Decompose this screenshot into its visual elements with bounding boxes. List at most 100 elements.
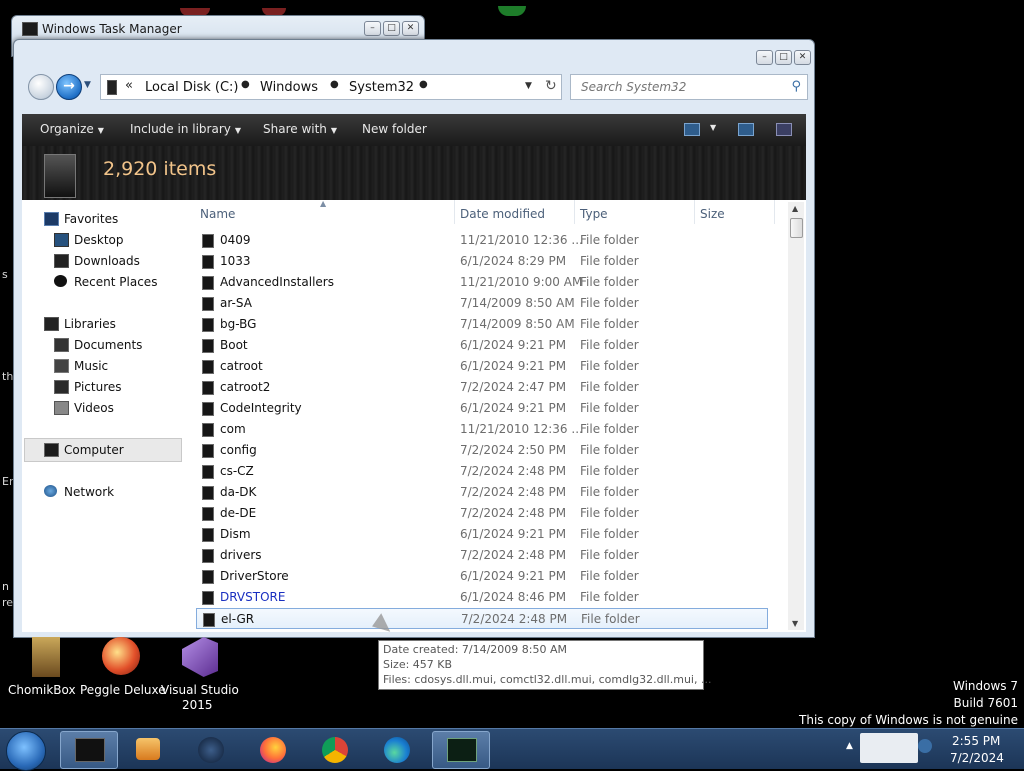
column-divider[interactable] [454,200,455,224]
column-divider[interactable] [694,200,695,224]
forward-button[interactable]: → [56,74,82,100]
minimize-button[interactable]: – [364,21,381,36]
column-divider[interactable] [774,200,775,224]
chomikbox-label[interactable]: ChomikBox [8,683,76,698]
scroll-down-arrow-icon[interactable]: ▼ [792,619,798,628]
taskbar-network-app-button[interactable] [184,731,240,767]
nav-network[interactable]: Network [64,485,114,499]
explorer-window[interactable]: – □ ✕ → ▼ « Local Disk (C:) ● Windows ● … [13,39,815,638]
peggle-desktop-icon[interactable] [88,637,150,689]
file-type: File folder [580,443,639,457]
search-icon[interactable]: ⚲ [791,79,801,94]
share-with-menu[interactable]: Share with ▼ [263,122,337,136]
network-status-icon[interactable] [918,739,932,753]
column-header-date-modified[interactable]: Date modified [460,207,545,221]
change-view-icon[interactable] [684,123,700,136]
file-row[interactable]: DRVSTORE 6/1/2024 8:46 PM File folder [196,587,768,608]
nav-videos[interactable]: Videos [74,401,114,415]
file-row[interactable]: DriverStore 6/1/2024 9:21 PM File folder [196,566,768,587]
include-in-library-label: Include in library [130,122,231,136]
nav-desktop[interactable]: Desktop [74,233,124,247]
scrollbar-thumb[interactable] [790,218,803,238]
search-input[interactable] [579,79,783,95]
minimize-button[interactable]: – [756,50,773,65]
visual-studio-desktop-icon[interactable] [164,637,226,689]
breadcrumb-overflow-chevron[interactable]: « [125,78,133,93]
tray-app-icon[interactable] [860,733,918,763]
nav-documents[interactable]: Documents [74,338,142,352]
breadcrumb-windows[interactable]: Windows [260,80,318,95]
clock-date[interactable]: 7/2/2024 [950,751,1004,765]
visual-studio-label[interactable]: Visual Studio [161,683,239,698]
address-bar[interactable]: « Local Disk (C:) ● Windows ● System32 ●… [100,74,562,100]
view-options-chevron-icon[interactable]: ▼ [710,123,716,132]
file-row[interactable]: bg-BG 7/14/2009 8:50 AM File folder [196,314,768,335]
new-folder-button[interactable]: New folder [362,122,427,136]
nav-recent-places[interactable]: Recent Places [74,275,157,289]
file-name: el-GR [221,612,255,626]
refresh-icon[interactable]: ↻ [545,78,557,94]
file-row[interactable]: de-DE 7/2/2024 2:48 PM File folder [196,503,768,524]
visual-studio-label-year[interactable]: 2015 [182,698,213,713]
taskbar-task-manager-button[interactable] [432,731,490,769]
column-header-size[interactable]: Size [700,207,725,221]
nav-pictures[interactable]: Pictures [74,380,122,394]
show-hidden-icons-icon[interactable]: ▲ [846,741,853,751]
breadcrumb-separator[interactable]: ● [419,79,428,90]
column-header-type[interactable]: Type [580,207,608,221]
search-box[interactable]: ⚲ [570,74,808,100]
nav-libraries[interactable]: Libraries [64,317,116,331]
chomikbox-desktop-icon[interactable] [14,637,76,689]
include-in-library-menu[interactable]: Include in library ▼ [130,122,241,136]
file-row[interactable]: cs-CZ 7/2/2024 2:48 PM File folder [196,461,768,482]
start-button[interactable] [6,731,46,771]
breadcrumb-system32[interactable]: System32 [349,80,414,95]
nav-downloads[interactable]: Downloads [74,254,140,268]
taskbar-firefox-button[interactable] [246,731,302,767]
column-divider[interactable] [574,200,575,224]
peggle-label[interactable]: Peggle Deluxe [80,683,166,698]
breadcrumb-local-disk[interactable]: Local Disk (C:) [145,80,238,95]
file-row[interactable]: Boot 6/1/2024 9:21 PM File folder [196,335,768,356]
desktop-text-fragment: s [2,268,8,281]
file-row[interactable]: CodeIntegrity 6/1/2024 9:21 PM File folder [196,398,768,419]
folder-icon [202,297,214,311]
file-row[interactable]: config 7/2/2024 2:50 PM File folder [196,440,768,461]
help-icon[interactable] [776,123,792,136]
taskbar-explorer-button[interactable] [60,731,118,769]
breadcrumb-separator[interactable]: ● [330,79,339,90]
vertical-scrollbar[interactable]: ▲ ▼ [788,202,804,630]
file-name: config [220,443,257,457]
file-row[interactable]: 1033 6/1/2024 8:29 PM File folder [196,251,768,272]
column-header-name[interactable]: Name [200,207,235,221]
close-button[interactable]: ✕ [402,21,419,36]
taskbar-edge-button[interactable] [370,731,426,767]
file-row[interactable]: com 11/21/2010 12:36 ... File folder [196,419,768,440]
nav-computer[interactable]: Computer [64,443,124,457]
preview-pane-icon[interactable] [738,123,754,136]
recent-pages-chevron-icon[interactable]: ▼ [84,80,91,90]
breadcrumb-separator[interactable]: ● [241,79,250,90]
file-row[interactable]: catroot2 7/2/2024 2:47 PM File folder [196,377,768,398]
address-dropdown-icon[interactable]: ▼ [525,81,532,91]
file-row[interactable]: 0409 11/21/2010 12:36 ... File folder [196,230,768,251]
file-row[interactable]: catroot 6/1/2024 9:21 PM File folder [196,356,768,377]
media-player-icon [136,738,160,760]
taskbar-chrome-button[interactable] [308,731,364,767]
taskbar-media-player-button[interactable] [120,731,176,767]
file-row[interactable]: da-DK 7/2/2024 2:48 PM File folder [196,482,768,503]
close-button[interactable]: ✕ [794,50,811,65]
file-row[interactable]: el-GR 7/2/2024 2:48 PM File folder [196,608,768,629]
back-button[interactable] [28,74,54,100]
clock-time[interactable]: 2:55 PM [952,734,1000,748]
file-row[interactable]: AdvancedInstallers 11/21/2010 9:00 AM File… [196,272,768,293]
file-row[interactable]: drivers 7/2/2024 2:48 PM File folder [196,545,768,566]
file-row[interactable]: ar-SA 7/14/2009 8:50 AM File folder [196,293,768,314]
maximize-button[interactable]: □ [383,21,400,36]
nav-music[interactable]: Music [74,359,108,373]
maximize-button[interactable]: □ [775,50,792,65]
nav-favorites[interactable]: Favorites [64,212,118,226]
organize-menu[interactable]: Organize ▼ [40,122,104,136]
scroll-up-arrow-icon[interactable]: ▲ [792,204,798,213]
file-row[interactable]: Dism 6/1/2024 9:21 PM File folder [196,524,768,545]
